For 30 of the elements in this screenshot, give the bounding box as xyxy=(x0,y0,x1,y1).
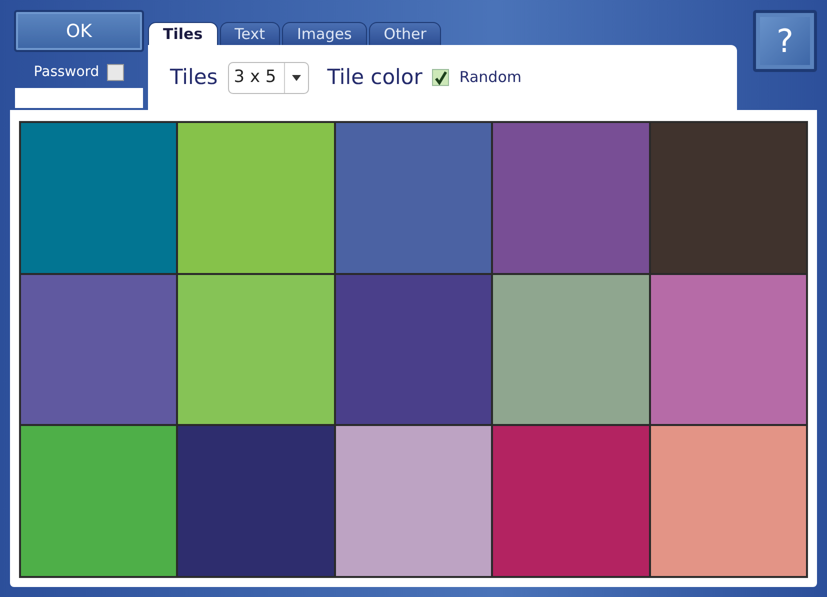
color-tile[interactable] xyxy=(650,122,807,274)
color-tile[interactable] xyxy=(20,274,178,426)
help-button[interactable]: ? xyxy=(753,10,817,72)
color-tile[interactable] xyxy=(492,274,650,426)
random-checkbox[interactable] xyxy=(432,69,450,86)
color-tile[interactable] xyxy=(650,425,807,577)
color-tile[interactable] xyxy=(177,122,335,274)
color-tile[interactable] xyxy=(334,425,492,577)
color-tile[interactable] xyxy=(492,122,650,274)
caret-icon xyxy=(292,74,302,80)
random-label: Random xyxy=(459,67,522,88)
tile-color-label: Tile color xyxy=(327,64,422,91)
color-tile[interactable] xyxy=(650,274,807,426)
color-tile[interactable] xyxy=(334,122,492,274)
password-label: Password xyxy=(34,63,100,82)
ok-button[interactable]: OK xyxy=(14,10,144,52)
color-tile[interactable] xyxy=(334,274,492,426)
color-tile[interactable] xyxy=(177,425,335,577)
color-tile[interactable] xyxy=(177,274,335,426)
tiles-dropdown[interactable]: 3 x 5 xyxy=(228,62,310,94)
tab[interactable]: Text xyxy=(220,22,280,45)
password-checkbox[interactable] xyxy=(107,64,124,81)
color-tile[interactable] xyxy=(20,122,178,274)
password-field[interactable] xyxy=(15,88,143,108)
tab[interactable]: Other xyxy=(368,22,442,45)
tab[interactable]: Images xyxy=(282,22,367,45)
color-tile[interactable] xyxy=(492,425,650,577)
tiles-label: Tiles xyxy=(170,64,218,91)
tab[interactable]: Tiles xyxy=(148,22,218,45)
color-tile[interactable] xyxy=(20,425,178,577)
